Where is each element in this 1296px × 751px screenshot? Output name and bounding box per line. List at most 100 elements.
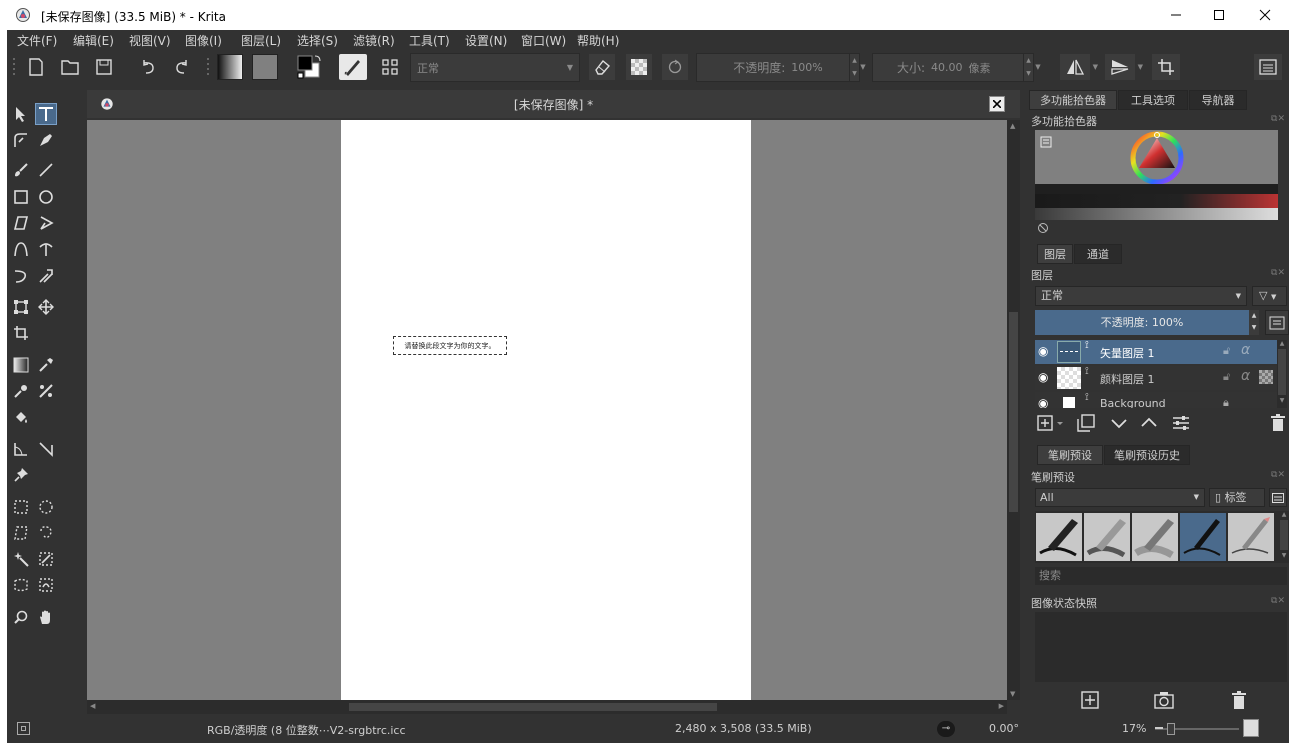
- maximize-button[interactable]: [1196, 0, 1242, 30]
- size-menu-arrow[interactable]: ▼: [1034, 54, 1042, 80]
- menu-window[interactable]: 窗口(W): [521, 32, 566, 49]
- menu-view[interactable]: 视图(V): [129, 32, 171, 49]
- brush-preset-tile-selected[interactable]: [1180, 513, 1226, 561]
- float-close-icon[interactable]: ⧉✕: [1271, 268, 1285, 278]
- close-button[interactable]: [1242, 0, 1288, 30]
- presets-filter-select[interactable]: All ▼: [1035, 488, 1205, 507]
- crop-tool[interactable]: [10, 322, 32, 344]
- vector-text-shape[interactable]: 请替换此段文字为你的文字。: [393, 336, 507, 355]
- eye-icon[interactable]: ◉: [1038, 396, 1048, 408]
- gradient-selector-button[interactable]: [216, 54, 244, 80]
- image-dimensions-label[interactable]: 2,480 x 3,508 (33.5 MiB): [675, 722, 812, 735]
- duplicate-layer-button[interactable]: [1077, 414, 1095, 432]
- alpha-lock-icon[interactable]: α: [1241, 342, 1250, 358]
- move-layer-down-button[interactable]: [1109, 414, 1129, 432]
- snapshots-list[interactable]: [1035, 612, 1287, 682]
- layer-list-scrollbar[interactable]: ▲ ▼: [1277, 340, 1287, 408]
- eye-icon[interactable]: ◉: [1038, 370, 1048, 384]
- polygon-tool[interactable]: [10, 212, 32, 234]
- delete-layer-button[interactable]: [1270, 414, 1286, 432]
- tab-layers[interactable]: 图层: [1037, 244, 1073, 264]
- pattern-selector-button[interactable]: [251, 54, 279, 80]
- color-wheel[interactable]: [1129, 130, 1185, 186]
- rectangle-tool[interactable]: [10, 186, 32, 208]
- brush-size-slider[interactable]: 大小: 40.00 像素 ▲ ▼: [872, 53, 1034, 82]
- spin-arrows-icon[interactable]: ▲ ▼: [1249, 310, 1259, 335]
- blend-mode-select[interactable]: 正常 ▼: [410, 53, 580, 82]
- freehand-path-tool[interactable]: [35, 238, 57, 260]
- transform-tool[interactable]: [10, 296, 32, 318]
- colorize-mask-tool[interactable]: [10, 380, 32, 402]
- gradient-tool[interactable]: [10, 354, 32, 376]
- tab-color-selector[interactable]: 多功能拾色器: [1029, 90, 1117, 110]
- tab-channels[interactable]: 通道: [1074, 244, 1122, 264]
- layer-row[interactable]: ◉ ⟟ 颜料图层 1 🔓︎ α: [1035, 366, 1277, 390]
- brush-preset-tile[interactable]: [1132, 513, 1178, 561]
- float-close-icon[interactable]: ⧉✕: [1271, 114, 1285, 124]
- menu-layer[interactable]: 图层(L): [241, 32, 281, 49]
- scrollbar-thumb[interactable]: [1009, 312, 1018, 512]
- smart-patch-tool[interactable]: [35, 380, 57, 402]
- layer-properties-button[interactable]: [1265, 310, 1289, 335]
- presets-menu-button[interactable]: [1269, 488, 1287, 507]
- edit-shapes-tool[interactable]: [10, 129, 32, 151]
- zoom-fit-button[interactable]: [1243, 719, 1259, 737]
- lock-icon[interactable]: 🔓︎: [1223, 344, 1230, 358]
- layer-name[interactable]: 颜料图层 1: [1100, 371, 1155, 387]
- tab-brush-preset-history[interactable]: 笔刷预设历史: [1104, 445, 1190, 465]
- measure-tool[interactable]: [10, 438, 32, 460]
- save-button[interactable]: [91, 54, 117, 80]
- tab-brush-presets[interactable]: 笔刷预设: [1037, 445, 1103, 465]
- reset-color-icon[interactable]: [1037, 222, 1049, 234]
- foreground-background-color-button[interactable]: [295, 54, 323, 80]
- minimize-button[interactable]: [1153, 0, 1199, 30]
- color-shade-strip-2[interactable]: [1035, 208, 1278, 220]
- elliptical-selection-tool[interactable]: [35, 496, 57, 518]
- wrap-around-button[interactable]: [1152, 54, 1180, 80]
- zoom-value[interactable]: 17%: [1122, 722, 1146, 735]
- reference-images-tool[interactable]: [10, 464, 32, 486]
- menu-edit[interactable]: 编辑(E): [73, 32, 114, 49]
- opacity-menu-arrow[interactable]: ▼: [859, 54, 867, 80]
- freehand-brush-tool[interactable]: [10, 159, 32, 181]
- move-layer-up-button[interactable]: [1139, 414, 1159, 432]
- color-history-strip[interactable]: [1035, 184, 1278, 194]
- freehand-selection-tool[interactable]: [35, 522, 57, 544]
- dynamic-brush-tool[interactable]: [10, 265, 32, 287]
- zoom-slider[interactable]: [1155, 723, 1239, 735]
- text-tool[interactable]: [35, 103, 57, 125]
- lock-icon[interactable]: 🔒︎: [1223, 396, 1229, 408]
- open-document-button[interactable]: [57, 54, 83, 80]
- add-snapshot-button[interactable]: [1080, 690, 1100, 710]
- document-close-button[interactable]: [989, 96, 1005, 112]
- color-space-label[interactable]: RGB/透明度 (8 位整数⋯V2-srgbtrc.icc: [207, 722, 406, 738]
- selection-display-icon[interactable]: [17, 722, 30, 735]
- tab-navigator[interactable]: 导航器: [1189, 90, 1247, 110]
- alpha-lock-icon[interactable]: α: [1241, 368, 1250, 384]
- multibrush-tool[interactable]: [35, 265, 57, 287]
- canvas-area[interactable]: 请替换此段文字为你的文字。: [87, 120, 1007, 700]
- float-close-icon[interactable]: ⧉✕: [1271, 596, 1285, 606]
- brush-preset-tile[interactable]: [1228, 513, 1274, 561]
- menu-filter[interactable]: 滤镜(R): [353, 32, 395, 49]
- mirror-horizontal-button[interactable]: ▼: [1060, 54, 1098, 80]
- menu-select[interactable]: 选择(S): [297, 32, 338, 49]
- redo-button[interactable]: [169, 54, 195, 80]
- tab-tool-options[interactable]: 工具选项: [1118, 90, 1188, 110]
- presets-search-field[interactable]: 搜索: [1035, 567, 1287, 585]
- color-selector-widget[interactable]: [1035, 130, 1278, 220]
- layer-row[interactable]: ◉ ⟟ 矢量图层 1 🔓︎ α: [1035, 340, 1277, 364]
- layer-blend-mode-select[interactable]: 正常 ▼: [1035, 286, 1247, 306]
- layer-name[interactable]: 矢量图层 1: [1100, 345, 1155, 361]
- mirror-vertical-button[interactable]: ▼: [1105, 54, 1143, 80]
- snapshot-camera-button[interactable]: [1153, 690, 1175, 710]
- zoom-slider-handle[interactable]: [1167, 723, 1175, 735]
- workspace-menu-button[interactable]: [1254, 54, 1282, 80]
- calligraphy-tool[interactable]: [35, 129, 57, 151]
- magnetic-selection-tool[interactable]: [35, 574, 57, 596]
- float-close-icon[interactable]: ⧉✕: [1271, 470, 1285, 480]
- select-shapes-tool[interactable]: [10, 103, 32, 125]
- color-shade-strip[interactable]: [1035, 194, 1278, 208]
- horizontal-scrollbar[interactable]: ◀ ▶: [87, 700, 1007, 714]
- eraser-toggle-button[interactable]: [589, 54, 615, 80]
